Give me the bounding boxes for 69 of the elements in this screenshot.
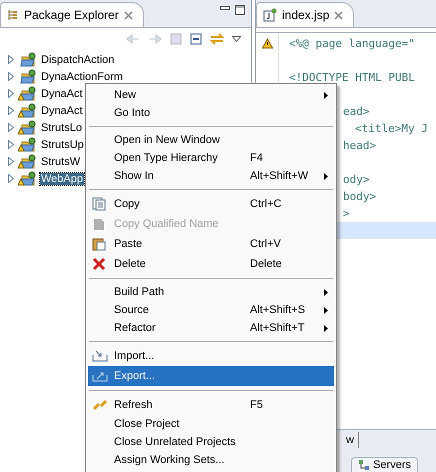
- submenu-arrow-icon: [322, 306, 330, 314]
- view-menu-icon[interactable]: [232, 36, 241, 42]
- submenu-arrow-icon: [322, 172, 330, 180]
- jsp-file-icon: [263, 8, 277, 22]
- menu-item[interactable]: Go Into: [88, 104, 334, 122]
- project-warning-icon: [18, 102, 36, 118]
- menu-item[interactable]: Assign Working Sets...: [88, 451, 334, 469]
- paste-icon: [92, 237, 106, 251]
- menu-item[interactable]: Refactor Alt+Shift+T: [88, 319, 334, 337]
- code-line: body>: [343, 189, 376, 205]
- menu-item[interactable]: Copy Ctrl+C: [88, 194, 334, 214]
- tree-item[interactable]: StrutsLo: [40, 122, 83, 134]
- refresh-icon: [92, 398, 108, 412]
- menu-item[interactable]: Refresh F5: [88, 395, 334, 415]
- menu-item[interactable]: Export...: [88, 366, 334, 386]
- close-icon[interactable]: [124, 10, 133, 20]
- view-tab[interactable]: Package Explorer: [0, 2, 144, 27]
- menu-item[interactable]: Build Path: [88, 283, 334, 301]
- project-warning-icon: [18, 120, 36, 136]
- menu-item[interactable]: Open in New Window: [88, 131, 334, 149]
- code-line: ody>: [343, 172, 370, 188]
- tree-item[interactable]: DispatchAction: [40, 54, 116, 66]
- code-line: ead>: [343, 104, 370, 120]
- menu-item[interactable]: Import...: [88, 346, 334, 366]
- project-icon: [18, 68, 36, 84]
- tree-item[interactable]: StrutsUp: [40, 138, 85, 150]
- panel-tab[interactable]: Servers: [351, 457, 418, 472]
- menu-item[interactable]: Show In Alt+Shift+W: [88, 167, 334, 185]
- project-warning-icon: [18, 86, 36, 102]
- close-icon[interactable]: [334, 10, 344, 20]
- menu-item[interactable]: Open Type Hierarchy F4: [88, 149, 334, 167]
- code-line: <%@ page language=": [289, 36, 415, 52]
- submenu-arrow-icon: [322, 288, 330, 296]
- project-icon: [18, 52, 36, 68]
- tab-label[interactable]: w: [342, 432, 359, 448]
- project-warning-icon: [18, 154, 36, 170]
- menu-item[interactable]: Close Unrelated Projects: [88, 433, 334, 451]
- tree-item[interactable]: StrutsW: [40, 156, 82, 168]
- menu-item[interactable]: Source Alt+Shift+S: [88, 301, 334, 319]
- project-warning-icon: [18, 136, 36, 152]
- copy-icon: [92, 197, 106, 211]
- code-line: <!DOCTYPE HTML PUBL: [289, 70, 415, 86]
- submenu-arrow-icon: [322, 324, 330, 332]
- delete-icon: [92, 257, 106, 271]
- warning-icon: [262, 38, 272, 49]
- import-icon: [92, 350, 108, 362]
- view-title: Package Explorer: [24, 8, 119, 22]
- servers-icon: [358, 459, 370, 471]
- tree-item[interactable]: DynaAct: [40, 104, 84, 116]
- editor-tab-title: index.jsp: [282, 8, 330, 22]
- tree-item[interactable]: WebApp: [40, 172, 84, 184]
- code-line: >: [343, 206, 350, 222]
- project-warning-icon: [18, 170, 36, 186]
- menu-item[interactable]: Delete Delete: [88, 254, 334, 274]
- tree-item[interactable]: DynaAct: [40, 88, 84, 100]
- export-icon: [92, 370, 108, 382]
- editor-tab[interactable]: index.jsp: [256, 2, 354, 27]
- maximize-icon[interactable]: [235, 5, 245, 15]
- code-line: head>: [343, 138, 376, 154]
- collapse-all-icon[interactable]: [190, 33, 202, 45]
- code-line: <title>My J: [355, 121, 428, 137]
- link-icon[interactable]: [210, 33, 224, 45]
- tree-item[interactable]: DynaActionForm: [40, 70, 124, 82]
- menu-item[interactable]: New: [88, 86, 334, 104]
- menu-item[interactable]: Paste Ctrl+V: [88, 234, 334, 254]
- menu-item[interactable]: Close Project: [88, 415, 334, 433]
- document-icon: [92, 217, 106, 231]
- submenu-arrow-icon: [322, 92, 330, 98]
- package-icon: [7, 9, 19, 21]
